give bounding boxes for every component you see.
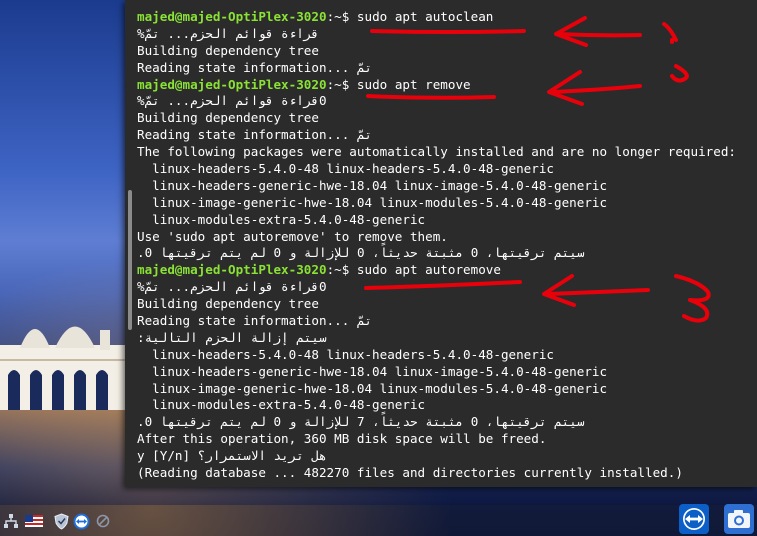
output-line: Reading state information... تمّ xyxy=(137,127,757,144)
output-line: سيتم ترقيتها، 0 مثبتة حديثاً، 7 للإزالة … xyxy=(137,414,757,431)
terminal-output: majed@majed-OptiPlex-3020:~$ sudo apt au… xyxy=(137,9,757,482)
output-line: Building dependency tree xyxy=(137,296,757,313)
output-line: 0قراءة قوائم الحزم... تمّ% xyxy=(137,279,757,296)
output-text: Building dependency tree xyxy=(137,42,319,58)
output-text: Reading state information... تمّ xyxy=(137,313,373,329)
command-text: sudo apt autoclean xyxy=(356,9,494,24)
output-text: linux-modules-extra-5.4.0-48-generic xyxy=(137,211,426,227)
output-text: linux-image-generic-hwe-18.04 linux-modu… xyxy=(137,380,608,396)
output-line: linux-modules-extra-5.4.0-48-generic xyxy=(137,397,757,414)
output-text: سيتم ترقيتها، 0 مثبتة حديثاً، 7 للإزالة … xyxy=(137,414,585,430)
output-text: Building dependency tree xyxy=(137,110,319,126)
output-text: (Reading database ... 482270 files and d… xyxy=(137,465,683,481)
output-line: Building dependency tree xyxy=(137,43,757,60)
output-line: قراءة قوائم الحزم... تمّ% xyxy=(137,26,757,43)
shell-prompt: majed@majed-OptiPlex-3020 xyxy=(137,76,327,92)
output-line: linux-modules-extra-5.4.0-48-generic xyxy=(137,212,757,229)
teamviewer-icon[interactable] xyxy=(72,512,90,530)
output-line: linux-headers-5.4.0-48 linux-headers-5.4… xyxy=(137,161,757,178)
output-text: linux-headers-5.4.0-48 linux-headers-5.4… xyxy=(137,346,555,362)
command-line: majed@majed-OptiPlex-3020:~$ sudo apt au… xyxy=(137,262,757,279)
output-line: linux-headers-5.4.0-48 linux-headers-5.4… xyxy=(137,347,757,364)
output-line: Building dependency tree xyxy=(137,110,757,127)
output-line: 0قراءة قوائم الحزم... تمّ% xyxy=(137,93,757,110)
output-text: linux-image-generic-hwe-18.04 linux-modu… xyxy=(137,194,608,210)
terminal-window[interactable]: majed@majed-OptiPlex-3020:~$ sudo apt au… xyxy=(125,0,757,487)
command-line: majed@majed-OptiPlex-3020:~$ sudo apt re… xyxy=(137,77,757,94)
output-text: linux-headers-5.4.0-48 linux-headers-5.4… xyxy=(137,161,555,177)
output-line: After this operation, 360 MB disk space … xyxy=(137,431,757,448)
taskbar xyxy=(0,505,757,536)
prompt-suffix: :~$ xyxy=(326,9,357,24)
output-text: قراءة قوائم الحزم... تمّ% xyxy=(137,25,319,41)
output-line: The following packages were automaticall… xyxy=(137,144,757,161)
output-text: هل تريد الاستمرار؟ [Y/n] y xyxy=(137,448,327,464)
output-line: سيتم إزالة الحزم التالية: xyxy=(137,330,757,347)
shield-icon[interactable] xyxy=(52,512,70,530)
shell-prompt: majed@majed-OptiPlex-3020 xyxy=(137,9,327,24)
output-text: Reading state information... تمّ xyxy=(137,59,373,75)
output-line: Reading state information... تمّ xyxy=(137,313,757,330)
output-line: linux-image-generic-hwe-18.04 linux-modu… xyxy=(137,381,757,398)
command-text: sudo apt remove xyxy=(356,76,471,92)
output-text: 0قراءة قوائم الحزم... تمّ% xyxy=(137,279,327,295)
network-icon[interactable] xyxy=(2,512,20,530)
command-text: sudo apt autoremove xyxy=(356,262,501,278)
output-text: Building dependency tree xyxy=(137,296,319,312)
teamviewer-app-icon[interactable] xyxy=(677,503,711,534)
shell-prompt: majed@majed-OptiPlex-3020 xyxy=(137,262,327,278)
command-line: majed@majed-OptiPlex-3020:~$ sudo apt au… xyxy=(137,9,757,26)
terminal-scrollbar[interactable] xyxy=(128,190,132,330)
mosque-image xyxy=(0,326,130,410)
output-line: (Reading database ... 482270 files and d… xyxy=(137,465,757,482)
output-line: هل تريد الاستمرار؟ [Y/n] y xyxy=(137,448,757,465)
us-flag-icon[interactable] xyxy=(24,512,44,530)
output-line: Reading state information... تمّ xyxy=(137,60,757,77)
screenshot-camera-icon[interactable] xyxy=(722,503,756,534)
output-text: linux-modules-extra-5.4.0-48-generic xyxy=(137,397,426,413)
output-text: سيتم ترقيتها، 0 مثبتة حديثاً، 0 للإزالة … xyxy=(137,245,585,261)
output-line: سيتم ترقيتها، 0 مثبتة حديثاً، 0 للإزالة … xyxy=(137,245,757,262)
prompt-suffix: :~$ xyxy=(326,76,357,92)
output-text: 0قراءة قوائم الحزم... تمّ% xyxy=(137,93,327,109)
blocked-icon[interactable] xyxy=(94,512,112,530)
output-text: Reading state information... تمّ xyxy=(137,127,373,143)
output-line: linux-headers-generic-hwe-18.04 linux-im… xyxy=(137,178,757,195)
output-text: linux-headers-generic-hwe-18.04 linux-im… xyxy=(137,363,608,379)
output-text: سيتم إزالة الحزم التالية: xyxy=(137,329,327,345)
output-text: The following packages were automaticall… xyxy=(137,144,736,160)
prompt-suffix: :~$ xyxy=(326,262,357,278)
output-line: Use 'sudo apt autoremove' to remove them… xyxy=(137,229,757,246)
output-line: linux-image-generic-hwe-18.04 linux-modu… xyxy=(137,195,757,212)
output-line: linux-headers-generic-hwe-18.04 linux-im… xyxy=(137,364,757,381)
output-text: linux-headers-generic-hwe-18.04 linux-im… xyxy=(137,177,608,193)
output-text: Use 'sudo apt autoremove' to remove them… xyxy=(137,228,448,244)
output-text: After this operation, 360 MB disk space … xyxy=(137,431,547,447)
